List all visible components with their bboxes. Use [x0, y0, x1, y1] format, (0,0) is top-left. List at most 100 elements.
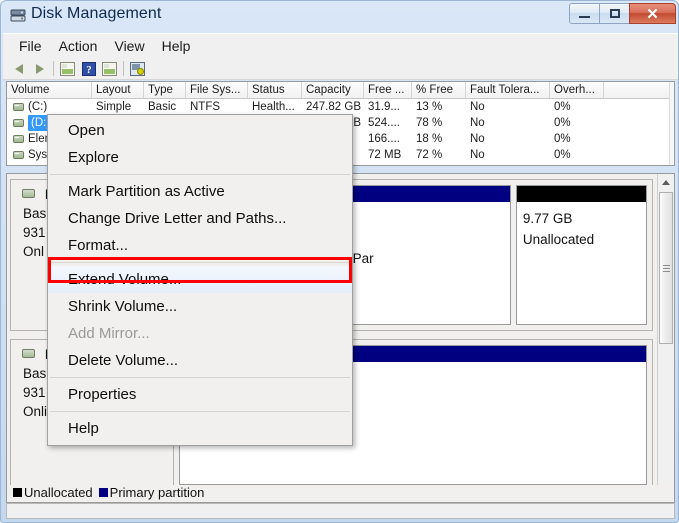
volume-list-scrollbar[interactable] [669, 82, 674, 165]
legend-item: Primary partition [98, 485, 205, 500]
context-menu-separator [50, 411, 350, 412]
scrollbar-thumb[interactable] [659, 192, 673, 344]
column-header-layout[interactable]: Layout [92, 82, 144, 98]
svg-text:?: ? [86, 64, 92, 76]
column-header-blank[interactable] [604, 82, 671, 98]
cell-percent_free: 13 % [416, 101, 443, 113]
scroll-up-button[interactable] [658, 174, 674, 191]
menu-view[interactable]: View [106, 36, 153, 57]
partition-p-unalloc[interactable]: 9.77 GB Unallocated [515, 185, 647, 325]
column-header-overh[interactable]: Overh... [550, 82, 604, 98]
column-header-free[interactable]: % Free [412, 82, 466, 98]
cell-status: Health... [252, 101, 295, 113]
volume-row[interactable]: (C:) Simple Basic NTFS Health... 247.82 GB 31.… [7, 99, 674, 115]
cell-fault_tolerance: No [470, 133, 485, 145]
cell-overhead: 0% [554, 101, 571, 113]
disk-management-icon [10, 8, 26, 23]
window-controls: ✕ [569, 3, 676, 25]
volume-label: (C:) [28, 101, 48, 113]
cell-free: 166.... [368, 133, 400, 145]
column-header-type[interactable]: Type [144, 82, 186, 98]
context-menu-item-open[interactable]: Open [48, 117, 352, 144]
forward-button[interactable] [29, 59, 50, 78]
cell-percent_free: 78 % [416, 117, 443, 129]
maximize-icon [609, 9, 620, 18]
back-button[interactable] [8, 59, 29, 78]
context-menu-item-properties[interactable]: Properties [48, 381, 352, 408]
context-menu-item-help[interactable]: Help [48, 415, 352, 442]
menu-help[interactable]: Help [154, 36, 200, 57]
cell-filesystem: NTFS [190, 101, 221, 113]
volume-drive-icon [13, 103, 24, 111]
legend-swatch [13, 488, 22, 497]
cell-free: 31.9... [368, 101, 400, 113]
legend: Unallocated Primary partition [6, 485, 675, 503]
toolbar-separator-2 [123, 61, 124, 76]
context-menu-item-delete-volume[interactable]: Delete Volume... [48, 347, 352, 374]
cell-overhead: 0% [554, 149, 571, 161]
help-icon: ? [81, 61, 96, 76]
show-hide-console-tree-button[interactable] [57, 59, 78, 78]
context-menu-item-change-drive-letter-and-paths[interactable]: Change Drive Letter and Paths... [48, 205, 352, 232]
cell-free: 72 MB [368, 149, 402, 161]
volume-drive-icon [13, 151, 24, 159]
close-button[interactable]: ✕ [629, 3, 676, 24]
scroll-up-arrow-icon [662, 180, 670, 185]
column-header-free[interactable]: Free ... [364, 82, 412, 98]
status-bar [6, 503, 675, 519]
context-menu-item-explore[interactable]: Explore [48, 144, 352, 171]
rescan-disks-icon [130, 61, 145, 76]
cell-layout: Simple [96, 101, 132, 113]
context-menu-item-format[interactable]: Format... [48, 232, 352, 259]
toolbar: ? [3, 58, 678, 80]
cell-fault_tolerance: No [470, 101, 485, 113]
legend-item: Unallocated [13, 485, 93, 500]
context-menu-item-add-mirror: Add Mirror... [68, 325, 150, 342]
title-bar[interactable]: Disk Management ✕ [1, 1, 679, 32]
partition-details: 9.77 GB Unallocated [516, 202, 646, 324]
minimize-icon [579, 16, 590, 18]
back-arrow-icon [14, 63, 23, 74]
column-header-filesys[interactable]: File Sys... [186, 82, 248, 98]
context-menu-separator [50, 377, 350, 378]
graphical-view-scrollbar[interactable] [657, 174, 674, 498]
properties-icon [102, 61, 117, 76]
maximize-button[interactable] [599, 3, 630, 24]
menu-bar: File Action View Help [3, 33, 678, 58]
column-header-status[interactable]: Status [248, 82, 302, 98]
partition-status: Unallocated [522, 232, 595, 247]
partition-color-bar [516, 186, 646, 202]
toolbar-separator-1 [53, 61, 54, 76]
cell-fault_tolerance: No [470, 149, 485, 161]
cell-overhead: 0% [554, 133, 571, 145]
partition-size: 9.77 GB [522, 211, 573, 226]
context-menu-item-extend-volume[interactable]: Extend Volume... [48, 266, 352, 293]
rescan-disks-button[interactable] [127, 59, 148, 78]
disk-icon [22, 189, 35, 198]
column-header-capacity[interactable]: Capacity [302, 82, 364, 98]
cell-capacity: 247.82 GB [306, 101, 361, 113]
minimize-button[interactable] [569, 3, 600, 24]
context-menu-item-shrink-volume[interactable]: Shrink Volume... [48, 293, 352, 320]
context-menu-item-mark-partition-as-active[interactable]: Mark Partition as Active [48, 178, 352, 205]
volume-drive-icon [13, 119, 24, 127]
cell-fault_tolerance: No [470, 117, 485, 129]
menu-file[interactable]: File [11, 36, 51, 57]
legend-label: Unallocated [24, 485, 93, 500]
properties-button[interactable] [99, 59, 120, 78]
cell-overhead: 0% [554, 117, 571, 129]
cell-percent_free: 72 % [416, 149, 443, 161]
volume-drive-icon [13, 135, 24, 143]
legend-label: Primary partition [109, 485, 205, 500]
cell-percent_free: 18 % [416, 133, 443, 145]
help-button[interactable]: ? [78, 59, 99, 78]
forward-arrow-icon [35, 63, 44, 74]
context-menu-separator [50, 174, 350, 175]
column-header-faulttolera[interactable]: Fault Tolera... [466, 82, 550, 98]
context-menu-separator [50, 262, 350, 263]
cell-volume: (C:) [7, 99, 92, 115]
window-title: Disk Management [31, 5, 162, 22]
menu-action[interactable]: Action [51, 36, 107, 57]
column-header-volume[interactable]: Volume [7, 82, 92, 98]
volume-list-header: Volume Layout Type File Sys... Status Capacit… [7, 82, 674, 99]
